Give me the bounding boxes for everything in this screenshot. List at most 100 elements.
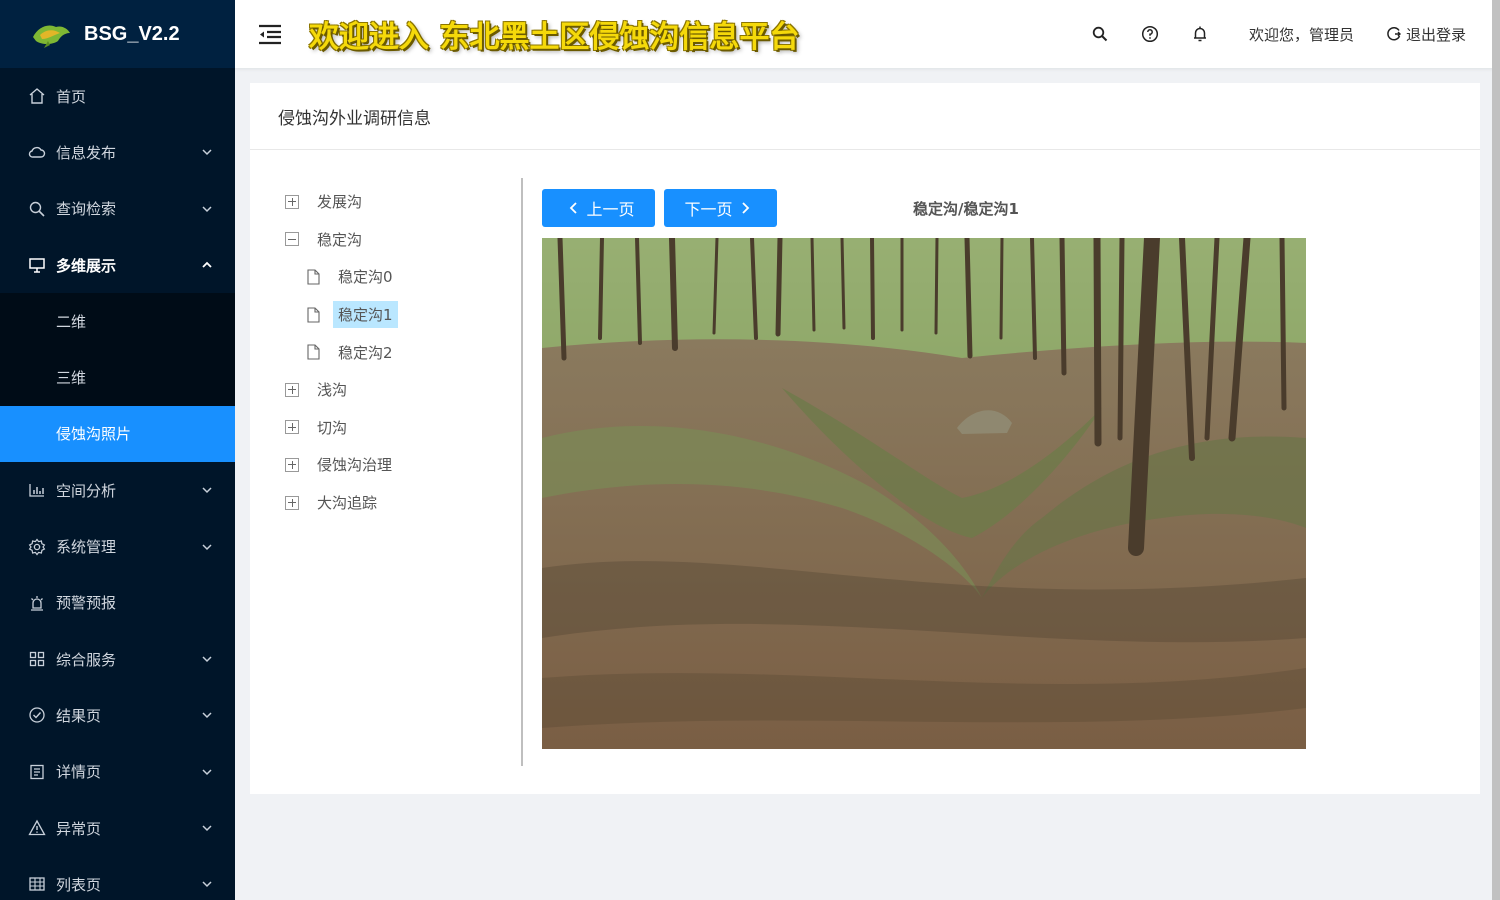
logo[interactable]: BSG_V2.2: [0, 0, 235, 68]
sidebar-item-multidim[interactable]: 多维展示: [0, 237, 235, 293]
sidebar-item-services[interactable]: 综合服务: [0, 631, 235, 687]
scrollbar-thumb[interactable]: [1492, 0, 1500, 900]
next-page-label: 下一页: [684, 200, 733, 219]
sidebar-item-gully-photos[interactable]: 侵蚀沟照片: [0, 405, 235, 463]
sidebar-item-2d[interactable]: 二维: [0, 293, 235, 349]
sidebar-item-query[interactable]: 查询检索: [0, 181, 235, 237]
bar-chart-icon: [29, 484, 44, 497]
sidebar-item-label: 系统管理: [56, 538, 117, 557]
tree-leaf-stable-1[interactable]: 稳定沟1: [285, 296, 515, 334]
cloud-icon: [28, 147, 46, 159]
sidebar-item-system[interactable]: 系统管理: [0, 518, 235, 574]
chevron-up-icon: [202, 261, 212, 268]
category-tree: 发展沟 稳定沟 稳定沟0 稳定沟1 稳定沟2 浅沟 切沟 侵蚀沟治理 大沟追踪: [285, 183, 515, 521]
tree-node-label: 稳定沟: [317, 230, 363, 249]
sidebar-item-label: 查询检索: [56, 200, 117, 219]
sidebar-item-label: 三维: [56, 369, 87, 388]
menu-fold-icon[interactable]: [257, 22, 283, 46]
collapse-icon[interactable]: [285, 232, 299, 247]
chevron-down-icon: [202, 769, 212, 775]
chevron-down-icon: [202, 881, 212, 888]
tree-node-cut[interactable]: 切沟: [285, 409, 515, 447]
sidebar-item-label: 侵蚀沟照片: [56, 425, 132, 444]
profile-icon: [30, 764, 44, 779]
sidebar-item-publish[interactable]: 信息发布: [0, 124, 235, 180]
tree-node-label: 切沟: [317, 418, 348, 437]
expand-icon[interactable]: [285, 495, 299, 510]
sidebar-item-label: 二维: [56, 312, 87, 331]
gully-photo: [542, 238, 1306, 749]
tree-leaf-stable-2[interactable]: 稳定沟2: [285, 333, 515, 371]
welcome-text: 欢迎您，管理员: [1248, 25, 1354, 44]
monitor-icon: [29, 258, 45, 273]
sidebar-item-label: 详情页: [56, 763, 102, 782]
sidebar-item-exception[interactable]: 异常页: [0, 800, 235, 856]
alarm-icon: [31, 595, 43, 611]
chevron-down-icon: [202, 487, 212, 494]
sidebar-item-label: 异常页: [56, 819, 102, 838]
sidebar-item-label: 预警预报: [56, 594, 117, 613]
prev-page-label: 上一页: [586, 200, 635, 219]
page-scrollbar[interactable]: [1492, 0, 1500, 900]
chevron-down-icon: [202, 656, 212, 663]
sidebar-item-list[interactable]: 列表页: [0, 856, 235, 900]
search-icon[interactable]: [1091, 25, 1109, 43]
chevron-down-icon: [202, 825, 212, 832]
expand-icon[interactable]: [285, 194, 299, 209]
page-banner: 欢迎进入 东北黑土区侵蚀沟信息平台: [309, 20, 800, 55]
prev-page-button[interactable]: 上一页: [542, 189, 655, 227]
sidebar-item-warning[interactable]: 预警预报: [0, 575, 235, 631]
sidebar-item-detail[interactable]: 详情页: [0, 744, 235, 800]
tree-node-stable[interactable]: 稳定沟: [285, 221, 515, 259]
next-page-button[interactable]: 下一页: [664, 189, 777, 227]
expand-icon[interactable]: [285, 382, 299, 397]
header: 欢迎进入 东北黑土区侵蚀沟信息平台 欢迎您，管理员 退出登录: [235, 0, 1500, 68]
tree-node-tracking[interactable]: 大沟追踪: [285, 484, 515, 522]
chevron-down-icon: [202, 206, 212, 212]
current-photo-path: 稳定沟/稳定沟1: [913, 200, 1019, 218]
tree-node-label: 侵蚀沟治理: [317, 456, 393, 475]
tree-node-shallow[interactable]: 浅沟: [285, 371, 515, 409]
sidebar: BSG_V2.2 首页 信息发布 查询检索 多维展示 二维 三维 侵蚀沟照片 空…: [0, 0, 235, 900]
tree-node-label: 稳定沟2: [338, 343, 393, 362]
logout-label: 退出登录: [1405, 25, 1466, 44]
warning-icon: [28, 819, 46, 836]
tree-node-developing[interactable]: 发展沟: [285, 183, 515, 221]
file-icon: [307, 269, 320, 285]
chevron-down-icon: [202, 712, 212, 719]
tree-leaf-stable-0[interactable]: 稳定沟0: [285, 258, 515, 296]
sidebar-item-label: 列表页: [56, 875, 102, 894]
chevron-down-icon: [202, 149, 212, 156]
panel-divider[interactable]: [521, 178, 523, 766]
logo-icon: [33, 25, 70, 48]
tree-node-label: 大沟追踪: [317, 494, 378, 513]
sidebar-item-spatial-analysis[interactable]: 空间分析: [0, 462, 235, 518]
tree-node-label: 发展沟: [317, 193, 363, 212]
sidebar-item-result[interactable]: 结果页: [0, 687, 235, 743]
tree-node-label: 稳定沟1: [333, 301, 398, 329]
search-icon: [29, 201, 45, 217]
gear-icon: [28, 538, 46, 556]
sidebar-item-label: 首页: [56, 87, 87, 106]
chevron-down-icon: [202, 543, 212, 550]
bell-icon[interactable]: [1191, 25, 1209, 43]
tree-node-treatment[interactable]: 侵蚀沟治理: [285, 446, 515, 484]
chevron-left-icon: [570, 202, 578, 214]
logout-button[interactable]: 退出登录: [1386, 24, 1466, 45]
expand-icon[interactable]: [285, 457, 299, 472]
logout-icon: [1387, 26, 1401, 41]
sidebar-item-label: 空间分析: [56, 481, 117, 500]
chevron-right-icon: [741, 202, 749, 214]
expand-icon[interactable]: [285, 420, 299, 435]
submenu-multidim: 二维 三维 侵蚀沟照片: [0, 293, 235, 463]
file-icon: [307, 307, 320, 323]
sidebar-item-3d[interactable]: 三维: [0, 349, 235, 405]
tree-node-label: 稳定沟0: [338, 268, 393, 287]
sidebar-item-label: 综合服务: [56, 650, 117, 669]
home-icon: [29, 88, 45, 104]
table-icon: [29, 877, 45, 891]
check-circle-icon: [29, 707, 45, 724]
question-circle-icon[interactable]: [1141, 25, 1159, 43]
sidebar-item-home[interactable]: 首页: [0, 68, 235, 124]
sidebar-item-label: 多维展示: [56, 256, 117, 275]
